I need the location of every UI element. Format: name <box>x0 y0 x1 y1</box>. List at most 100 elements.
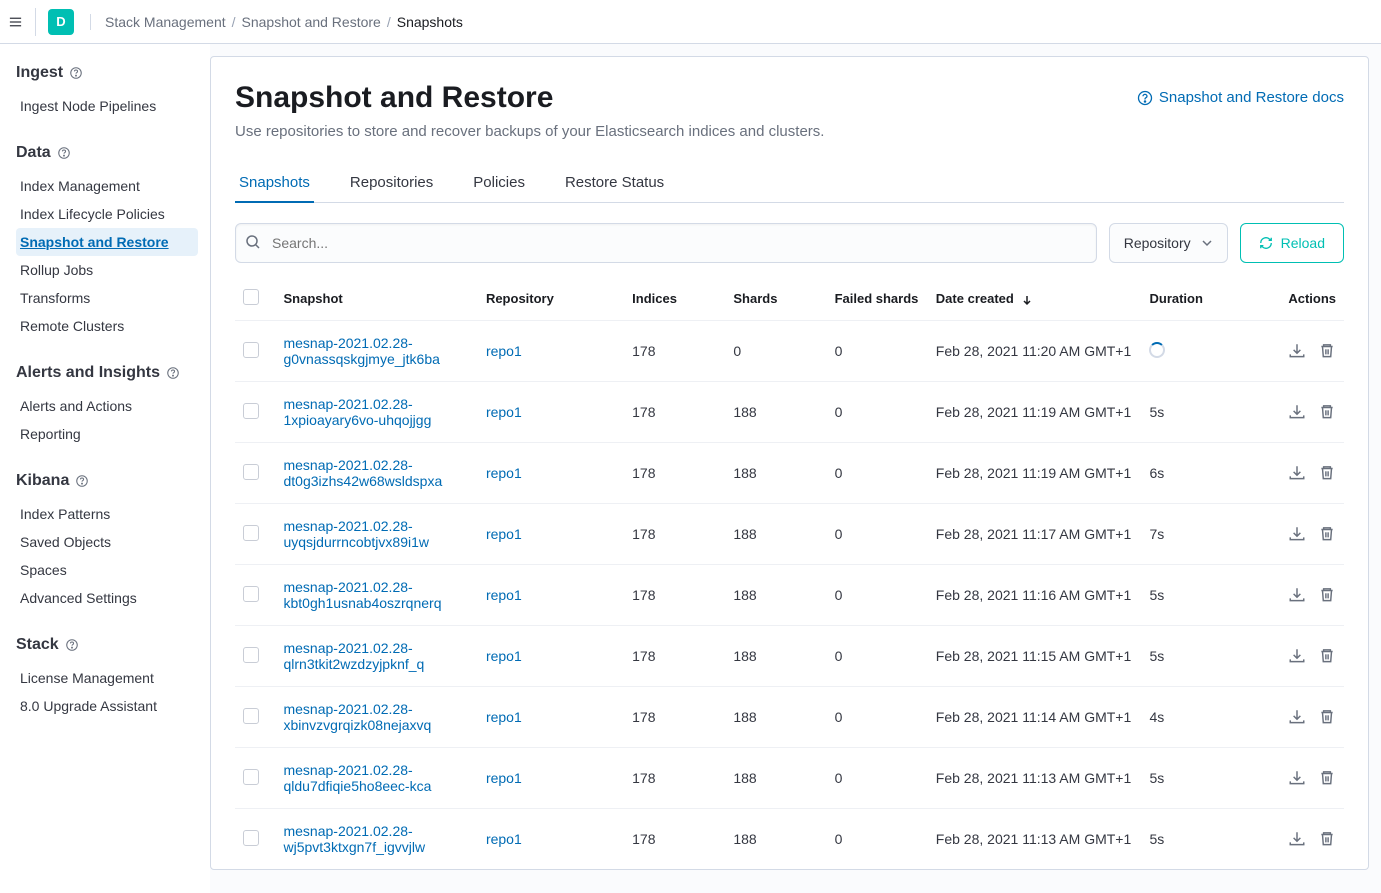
row-checkbox[interactable] <box>243 342 259 358</box>
column-date-created[interactable]: Date created <box>928 281 1142 321</box>
row-checkbox[interactable] <box>243 586 259 602</box>
delete-icon[interactable] <box>1318 708 1336 726</box>
snapshot-link[interactable]: mesnap-2021.02.28-uyqsjdurrncobtjvx89i1w <box>283 518 429 550</box>
sidebar-item[interactable]: License Management <box>16 664 198 692</box>
delete-icon[interactable] <box>1318 586 1336 604</box>
sidebar-item[interactable]: Index Lifecycle Policies <box>16 200 198 228</box>
snapshot-link[interactable]: mesnap-2021.02.28-dt0g3izhs42w68wsldspxa <box>283 457 442 489</box>
space-badge[interactable]: D <box>48 9 74 35</box>
sidebar: IngestIngest Node PipelinesDataIndex Man… <box>0 44 210 893</box>
menu-toggle[interactable] <box>8 8 36 36</box>
tab[interactable]: Policies <box>469 164 529 203</box>
sidebar-item[interactable]: Saved Objects <box>16 528 198 556</box>
row-checkbox[interactable] <box>243 403 259 419</box>
sidebar-item[interactable]: Transforms <box>16 284 198 312</box>
sidebar-item[interactable]: Snapshot and Restore <box>16 228 198 256</box>
breadcrumb: Stack Management / Snapshot and Restore … <box>90 14 463 30</box>
column-shards[interactable]: Shards <box>725 281 826 321</box>
repository-link[interactable]: repo1 <box>486 465 522 481</box>
tab[interactable]: Restore Status <box>561 164 668 203</box>
snapshot-link[interactable]: mesnap-2021.02.28-qlrn3tkit2wzdzyjpknf_q <box>283 640 424 672</box>
tab[interactable]: Snapshots <box>235 164 314 203</box>
chevron-down-icon <box>1201 237 1213 249</box>
column-repository[interactable]: Repository <box>478 281 624 321</box>
select-all-checkbox[interactable] <box>243 289 259 305</box>
cell-indices: 178 <box>624 626 725 687</box>
snapshots-table: Snapshot Repository Indices Shards Faile… <box>235 281 1344 869</box>
search-box <box>235 223 1097 263</box>
snapshot-link[interactable]: mesnap-2021.02.28-xbinvzvgrqizk08nejaxvq <box>283 701 431 733</box>
row-checkbox[interactable] <box>243 708 259 724</box>
cell-shards: 188 <box>725 443 826 504</box>
restore-icon[interactable] <box>1288 586 1306 604</box>
tab[interactable]: Repositories <box>346 164 437 203</box>
reload-button[interactable]: Reload <box>1240 223 1344 263</box>
search-input[interactable] <box>235 223 1097 263</box>
column-duration[interactable]: Duration <box>1141 281 1253 321</box>
column-actions: Actions <box>1254 281 1344 321</box>
repository-link[interactable]: repo1 <box>486 587 522 603</box>
sort-desc-icon <box>1021 294 1033 306</box>
page-title: Snapshot and Restore <box>235 81 553 115</box>
repository-filter[interactable]: Repository <box>1109 223 1228 263</box>
delete-icon[interactable] <box>1318 830 1336 848</box>
repository-link[interactable]: repo1 <box>486 343 522 359</box>
row-checkbox[interactable] <box>243 769 259 785</box>
breadcrumb-item[interactable]: Snapshot and Restore <box>242 14 381 30</box>
repository-link[interactable]: repo1 <box>486 831 522 847</box>
sidebar-item[interactable]: Advanced Settings <box>16 584 198 612</box>
cell-duration: 6s <box>1141 443 1253 504</box>
row-checkbox[interactable] <box>243 525 259 541</box>
sidebar-item[interactable]: Reporting <box>16 420 198 448</box>
row-checkbox[interactable] <box>243 464 259 480</box>
snapshot-link[interactable]: mesnap-2021.02.28-kbt0gh1usnab4oszrqnerq <box>283 579 441 611</box>
restore-icon[interactable] <box>1288 342 1306 360</box>
repository-link[interactable]: repo1 <box>486 770 522 786</box>
delete-icon[interactable] <box>1318 769 1336 787</box>
repository-link[interactable]: repo1 <box>486 709 522 725</box>
row-checkbox[interactable] <box>243 647 259 663</box>
snapshot-link[interactable]: mesnap-2021.02.28-g0vnassqskgjmye_jtk6ba <box>283 335 439 367</box>
sidebar-item[interactable]: Index Patterns <box>16 500 198 528</box>
docs-link-label: Snapshot and Restore docs <box>1159 89 1344 106</box>
column-failed-shards[interactable]: Failed shards <box>827 281 928 321</box>
delete-icon[interactable] <box>1318 647 1336 665</box>
restore-icon[interactable] <box>1288 769 1306 787</box>
restore-icon[interactable] <box>1288 647 1306 665</box>
restore-icon[interactable] <box>1288 830 1306 848</box>
snapshot-link[interactable]: mesnap-2021.02.28-1xpioayary6vo-uhqojjgg <box>283 396 431 428</box>
sidebar-item[interactable]: Index Management <box>16 172 198 200</box>
snapshot-link[interactable]: mesnap-2021.02.28-wj5pvt3ktxgn7f_igvvjlw <box>283 823 425 855</box>
sidebar-item[interactable]: Ingest Node Pipelines <box>16 92 198 120</box>
sidebar-section-title: Ingest <box>16 64 198 82</box>
row-checkbox[interactable] <box>243 830 259 846</box>
sidebar-item[interactable]: Remote Clusters <box>16 312 198 340</box>
column-indices[interactable]: Indices <box>624 281 725 321</box>
restore-icon[interactable] <box>1288 525 1306 543</box>
snapshot-link[interactable]: mesnap-2021.02.28-qldu7dfiqie5ho8eec-kca <box>283 762 431 794</box>
cell-indices: 178 <box>624 565 725 626</box>
sidebar-item[interactable]: Spaces <box>16 556 198 584</box>
repository-link[interactable]: repo1 <box>486 648 522 664</box>
cell-indices: 178 <box>624 809 725 870</box>
restore-icon[interactable] <box>1288 464 1306 482</box>
sidebar-item[interactable]: 8.0 Upgrade Assistant <box>16 692 198 720</box>
delete-icon[interactable] <box>1318 525 1336 543</box>
delete-icon[interactable] <box>1318 342 1336 360</box>
cell-failed-shards: 0 <box>827 504 928 565</box>
delete-icon[interactable] <box>1318 464 1336 482</box>
cell-failed-shards: 0 <box>827 382 928 443</box>
breadcrumb-item[interactable]: Stack Management <box>105 14 226 30</box>
sidebar-item[interactable]: Rollup Jobs <box>16 256 198 284</box>
sidebar-item[interactable]: Alerts and Actions <box>16 392 198 420</box>
hamburger-icon <box>8 13 23 31</box>
repository-link[interactable]: repo1 <box>486 526 522 542</box>
main: Snapshot and Restore Snapshot and Restor… <box>210 44 1381 893</box>
column-snapshot[interactable]: Snapshot <box>275 281 477 321</box>
restore-icon[interactable] <box>1288 708 1306 726</box>
restore-icon[interactable] <box>1288 403 1306 421</box>
delete-icon[interactable] <box>1318 403 1336 421</box>
cell-duration: 5s <box>1141 748 1253 809</box>
repository-link[interactable]: repo1 <box>486 404 522 420</box>
docs-link[interactable]: Snapshot and Restore docs <box>1137 81 1344 106</box>
